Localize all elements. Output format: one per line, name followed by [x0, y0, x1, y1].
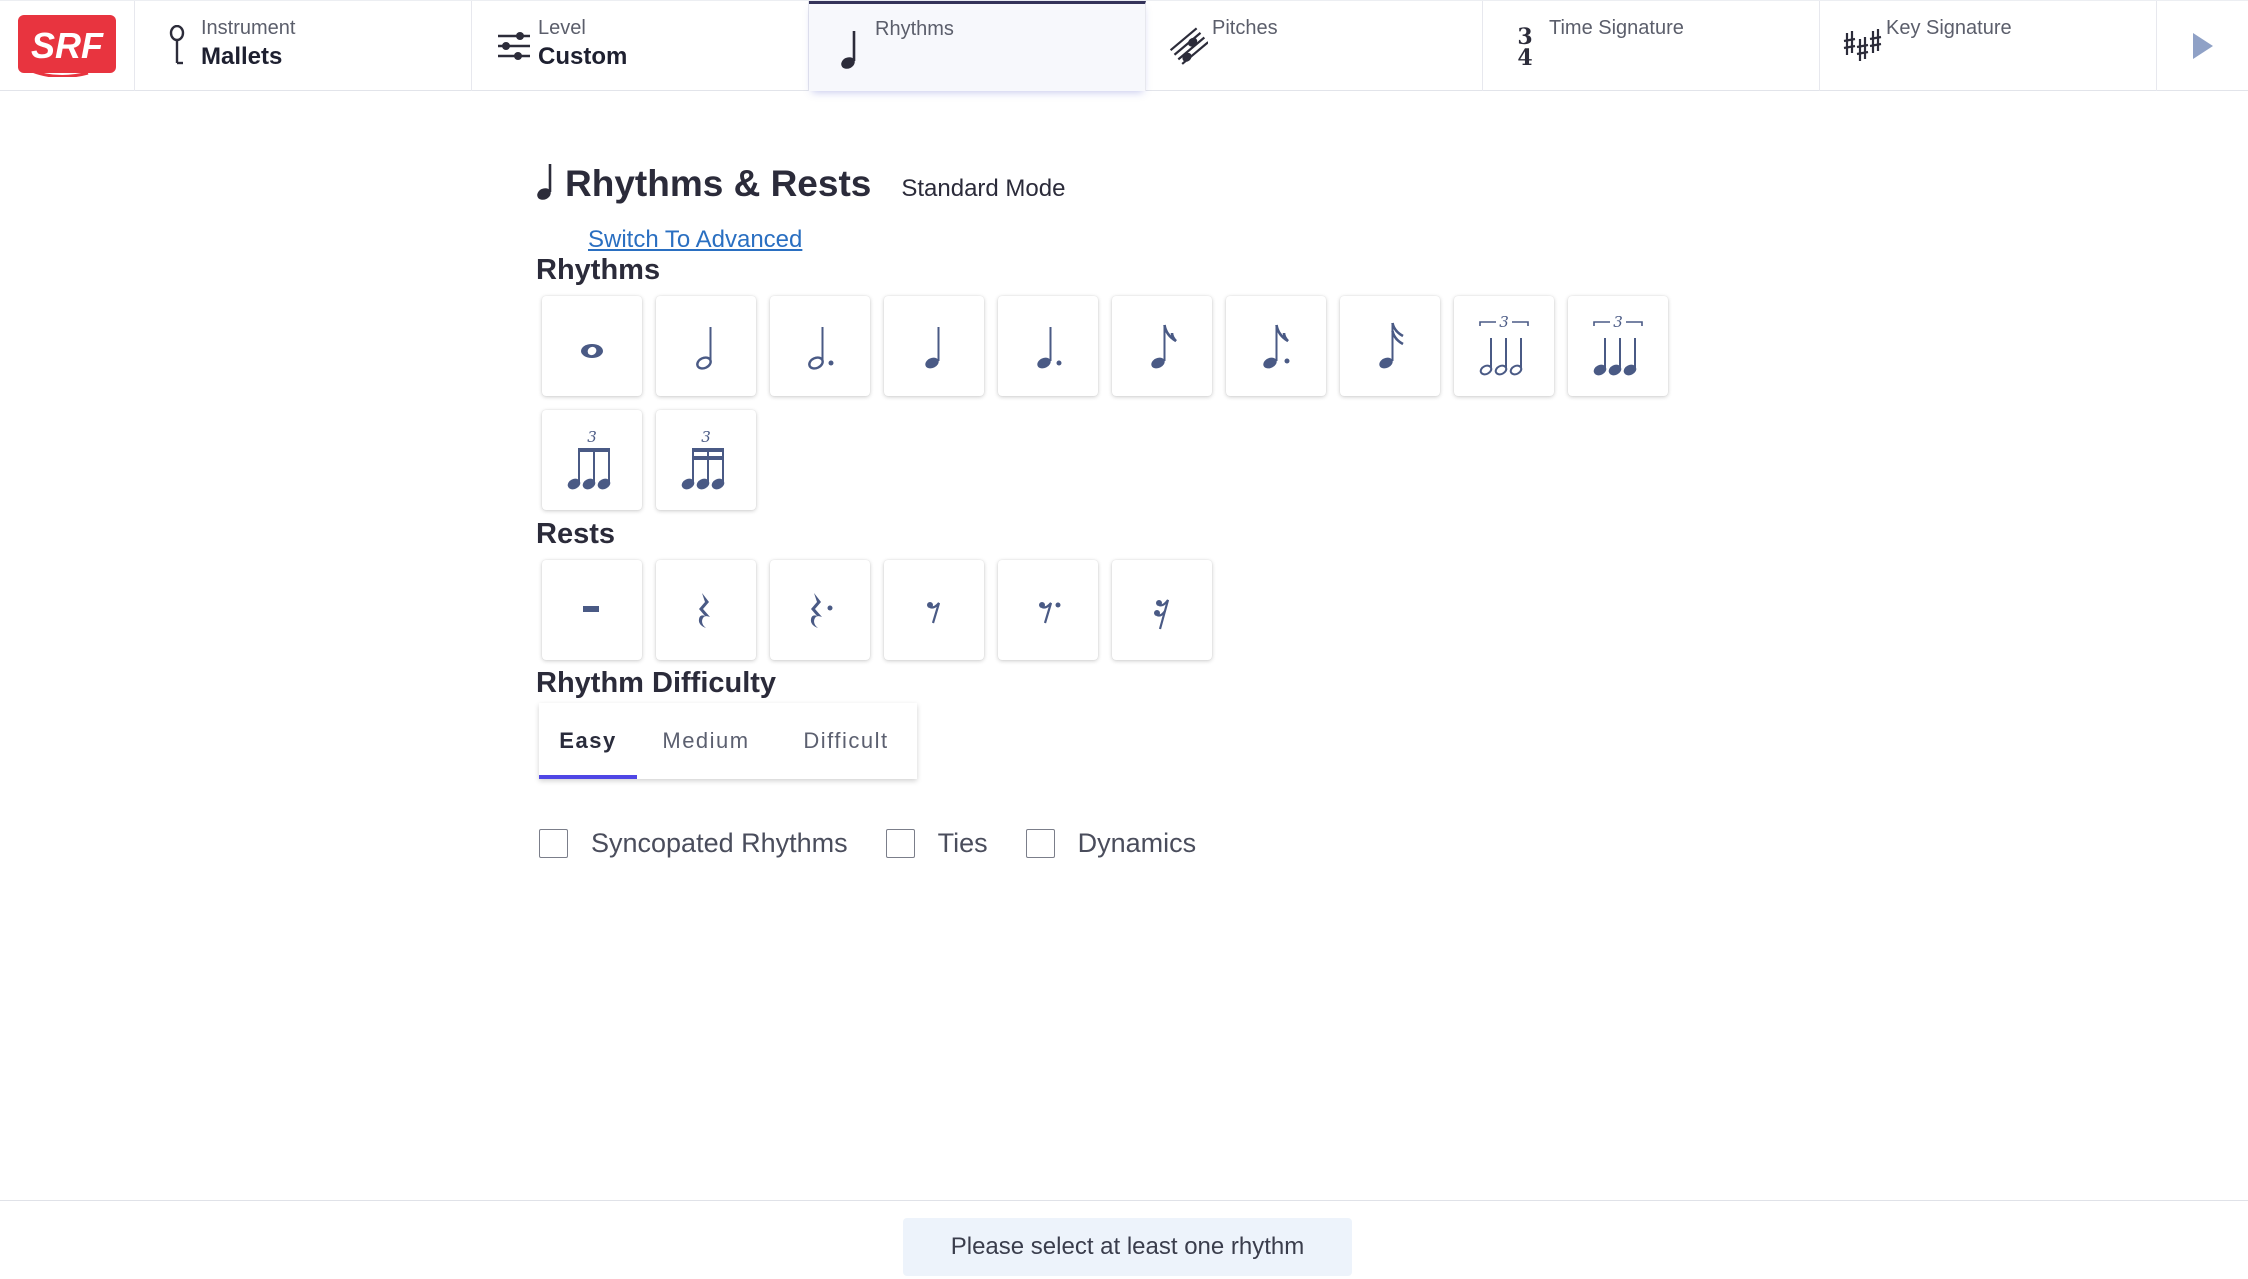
nav-label: Instrument [201, 17, 296, 39]
whole-note-icon [581, 344, 603, 358]
difficulty-heading: Rhythm Difficulty [536, 667, 777, 699]
rhythm-whole-note-button[interactable] [542, 296, 642, 396]
dotted-half-note-icon [808, 327, 834, 370]
srf-logo: SRF [18, 15, 116, 77]
checkbox-label: Syncopated Rhythms [591, 828, 848, 858]
rhythm-options: 3 3 3 3 [542, 296, 1692, 524]
quarter-rest-icon [698, 593, 710, 628]
eighth-note-icon [1151, 324, 1177, 369]
rest-dotted-eighth-rest-button[interactable] [998, 560, 1098, 660]
dotted-eighth-note-icon [1263, 324, 1290, 369]
time-sig-bottom: 4 [1517, 45, 1532, 68]
tuplet-number: 3 [701, 428, 711, 446]
half-note-icon [696, 327, 712, 370]
nav-label: Key Signature [1886, 17, 2012, 39]
half-note-triplet-icon: 3 [1479, 313, 1529, 376]
nav-tab-level[interactable]: Level Custom [472, 1, 809, 91]
logo-cell[interactable]: SRF [0, 1, 135, 91]
checkbox-label: Ties [937, 828, 988, 858]
eighth-rest-icon [927, 602, 941, 624]
dynamics-checkbox[interactable] [1025, 829, 1055, 858]
rest-quarter-rest-button[interactable] [656, 560, 756, 660]
rhythm-sixteenth-note-triplet-button[interactable]: 3 [656, 410, 756, 510]
syncopated-rhythms-option[interactable]: Syncopated Rhythms [539, 828, 848, 859]
sixteenth-note-icon [1379, 322, 1404, 369]
dotted-quarter-note-icon [1037, 327, 1062, 369]
page-title: Rhythms & Rests [565, 163, 872, 204]
sharps-icon [1840, 23, 1884, 69]
rest-dotted-quarter-rest-button[interactable] [770, 560, 870, 660]
rest-whole-rest-button[interactable] [542, 560, 642, 660]
nav-label: Time Signature [1549, 17, 1684, 39]
difficulty-tabs: Easy Medium Difficult [539, 703, 917, 779]
nav-tab-time-signature[interactable]: 3 4 Time Signature [1483, 1, 1820, 91]
nav-label: Rhythms [875, 18, 954, 40]
rest-options [542, 560, 1692, 674]
difficulty-tab-medium[interactable]: Medium [637, 703, 775, 779]
sliders-icon [492, 23, 536, 69]
sixteenth-rest-icon [1154, 599, 1170, 630]
eighth-note-triplet-icon: 3 [567, 428, 611, 490]
switch-to-advanced-link[interactable]: Switch To Advanced [588, 226, 802, 254]
rests-heading: Rests [536, 518, 615, 550]
ties-checkbox[interactable] [885, 829, 915, 858]
difficulty-tab-difficult[interactable]: Difficult [775, 703, 917, 779]
svg-text:SRF: SRF [31, 25, 104, 66]
rhythm-dotted-quarter-note-button[interactable] [998, 296, 1098, 396]
nav-tab-key-signature[interactable]: Key Signature [1820, 1, 2157, 91]
quarter-note-icon [925, 327, 940, 369]
nav-tab-instrument[interactable]: Instrument Mallets [135, 1, 472, 91]
ties-option[interactable]: Ties [885, 828, 988, 859]
checkbox-label: Dynamics [1077, 828, 1197, 858]
nav-label: Pitches [1212, 17, 1278, 39]
rhythm-options-checkboxes: Syncopated Rhythms Ties Dynamics [539, 828, 1234, 859]
status-message: Please select at least one rhythm [903, 1218, 1352, 1276]
rhythm-dotted-eighth-note-button[interactable] [1226, 296, 1326, 396]
rhythm-quarter-note-triplet-button[interactable]: 3 [1568, 296, 1668, 396]
nav-value: Custom [538, 43, 628, 70]
quarter-note-icon [829, 26, 873, 72]
top-navigation: SRF Instrument Mallets Level Custom Rhyt… [0, 0, 2248, 91]
rhythm-half-note-button[interactable] [656, 296, 756, 396]
nav-value: Mallets [201, 43, 283, 70]
footer: Please select at least one rhythm [0, 1200, 2248, 1279]
tuplet-number: 3 [587, 428, 597, 446]
quarter-note-triplet-icon: 3 [1593, 313, 1643, 376]
notes-icon [1166, 23, 1210, 69]
sixteenth-note-triplet-icon: 3 [681, 428, 725, 490]
rhythm-dotted-half-note-button[interactable] [770, 296, 870, 396]
nav-label: Level [538, 17, 586, 39]
rhythm-eighth-note-triplet-button[interactable]: 3 [542, 410, 642, 510]
mallet-icon [155, 23, 199, 69]
rhythm-eighth-note-button[interactable] [1112, 296, 1212, 396]
rest-eighth-rest-button[interactable] [884, 560, 984, 660]
rhythm-sixteenth-note-button[interactable] [1340, 296, 1440, 396]
rest-sixteenth-rest-button[interactable] [1112, 560, 1212, 660]
rhythm-quarter-note-button[interactable] [884, 296, 984, 396]
dynamics-option[interactable]: Dynamics [1025, 828, 1197, 859]
section-header: Rhythms & Rests Standard Mode [535, 156, 1065, 205]
dotted-quarter-rest-icon [810, 593, 833, 628]
tuplet-number: 3 [1613, 313, 1623, 331]
whole-rest-icon [583, 606, 599, 612]
tuplet-number: 3 [1499, 313, 1509, 331]
nav-tab-rhythms[interactable]: Rhythms [809, 1, 1146, 91]
time-signature-icon: 3 4 [1503, 23, 1547, 69]
play-arrow-icon [2192, 33, 2213, 59]
dotted-eighth-rest-icon [1039, 602, 1061, 624]
syncopated-rhythms-checkbox[interactable] [539, 829, 568, 858]
difficulty-tab-easy[interactable]: Easy [539, 703, 637, 779]
quarter-note-icon [537, 164, 552, 200]
rhythm-half-note-triplet-button[interactable]: 3 [1454, 296, 1554, 396]
nav-tab-pitches[interactable]: Pitches [1146, 1, 1483, 91]
mode-label: Standard Mode [901, 175, 1066, 202]
rhythms-heading: Rhythms [536, 254, 661, 286]
next-button[interactable] [2157, 1, 2248, 91]
